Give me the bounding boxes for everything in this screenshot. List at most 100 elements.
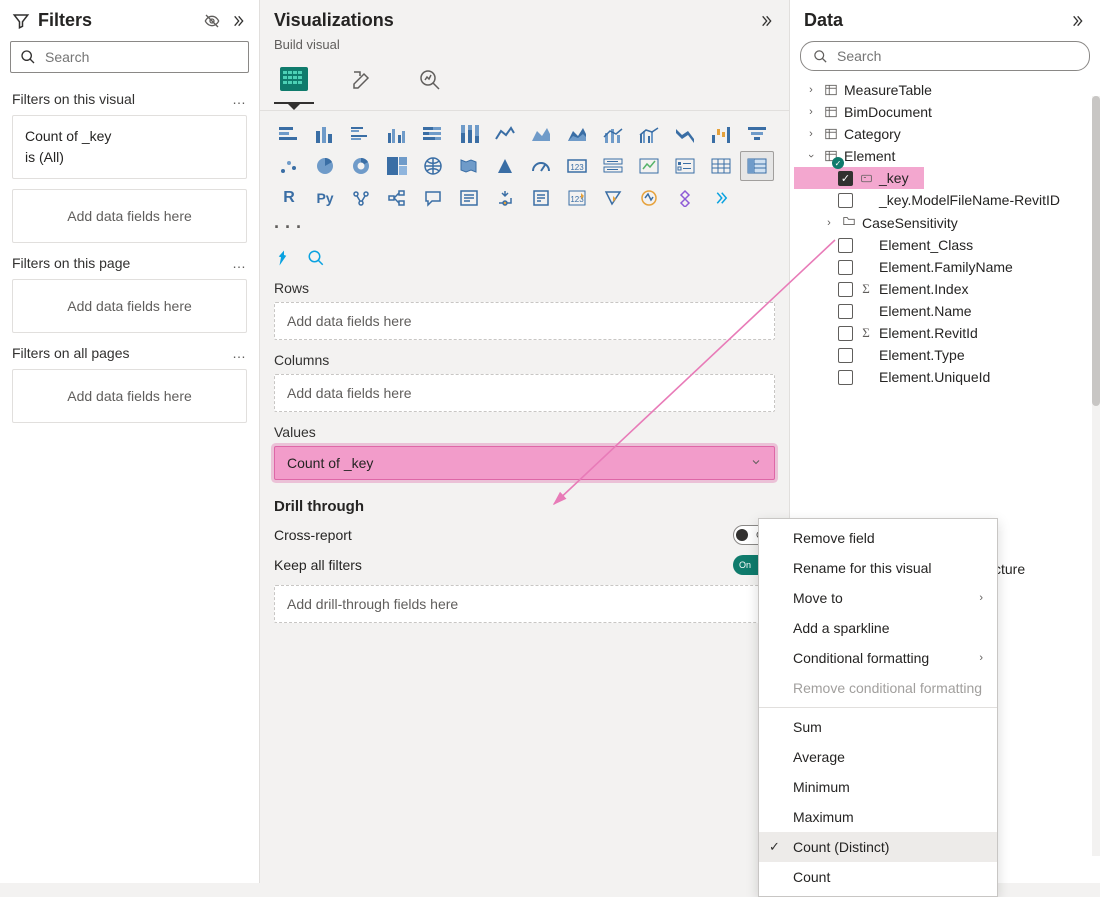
filters-search[interactable]	[10, 41, 249, 73]
viz-treemap-icon[interactable]	[380, 151, 414, 181]
checkbox[interactable]	[838, 193, 853, 208]
viz-card-icon[interactable]: 123	[560, 151, 594, 181]
field-row-index[interactable]: Σ Element.Index	[794, 278, 1096, 300]
menu-sum[interactable]: Sum	[759, 712, 997, 742]
viz-get-more-icon[interactable]	[704, 183, 738, 213]
checkbox[interactable]	[838, 260, 853, 275]
table-row-category[interactable]: › Category	[794, 123, 1096, 145]
viz-slicer-icon[interactable]	[668, 151, 702, 181]
scrollbar-thumb[interactable]	[1092, 96, 1100, 406]
viz-table-icon[interactable]	[704, 151, 738, 181]
menu-remove-field[interactable]: Remove field	[759, 523, 997, 553]
viz-donut-icon[interactable]	[344, 151, 378, 181]
cross-highlight-icon[interactable]	[274, 248, 294, 268]
tab-analytics[interactable]	[410, 60, 450, 104]
table-row-bimdocument[interactable]: › BimDocument	[794, 101, 1096, 123]
viz-power-automate-icon[interactable]	[596, 183, 630, 213]
more-icon[interactable]: …	[232, 91, 247, 107]
viz-python-icon[interactable]: Py	[308, 183, 342, 213]
tab-build-visual[interactable]	[274, 60, 314, 104]
field-row-revit[interactable]: Σ Element.RevitId	[794, 322, 1096, 344]
drill-through-dropzone[interactable]: Add drill-through fields here	[274, 585, 775, 623]
columns-well-dropzone[interactable]: Add data fields here	[274, 374, 775, 412]
filter-all-dropzone[interactable]: Add data fields here	[12, 369, 247, 423]
viz-area-icon[interactable]	[524, 119, 558, 149]
search-icon[interactable]	[306, 248, 326, 268]
filter-page-dropzone[interactable]: Add data fields here	[12, 279, 247, 333]
collapse-icon[interactable]	[229, 12, 247, 30]
viz-line-icon[interactable]	[488, 119, 522, 149]
viz-funnel-icon[interactable]	[740, 119, 774, 149]
viz-custom-visual-icon[interactable]	[668, 183, 702, 213]
eye-off-icon[interactable]	[203, 12, 221, 30]
field-row-unique[interactable]: Element.UniqueId	[794, 366, 1096, 388]
folder-row-case[interactable]: › CaseSensitivity	[794, 211, 1096, 234]
field-row-class[interactable]: Element_Class	[794, 234, 1096, 256]
viz-azure-map-icon[interactable]	[488, 151, 522, 181]
viz-power-apps-icon[interactable]: 123	[560, 183, 594, 213]
field-row-key[interactable]: ✓ _key	[794, 167, 924, 189]
viz-map-icon[interactable]	[416, 151, 450, 181]
viz-multirow-card-icon[interactable]	[596, 151, 630, 181]
viz-clustered-column-icon[interactable]	[380, 119, 414, 149]
table-row-measuretable[interactable]: › MeasureTable	[794, 79, 1096, 101]
tab-format-visual[interactable]	[342, 60, 382, 104]
viz-r-icon[interactable]: R	[272, 183, 306, 213]
menu-minimum[interactable]: Minimum	[759, 772, 997, 802]
field-row-type[interactable]: Element.Type	[794, 344, 1096, 366]
more-icon[interactable]: …	[232, 345, 247, 361]
checkbox-checked[interactable]: ✓	[838, 171, 853, 186]
viz-ribbon-icon[interactable]	[668, 119, 702, 149]
viz-line-clustered-column-icon[interactable]	[632, 119, 666, 149]
checkbox[interactable]	[838, 348, 853, 363]
checkbox[interactable]	[838, 326, 853, 341]
viz-decomposition-icon[interactable]	[380, 183, 414, 213]
viz-pie-icon[interactable]	[308, 151, 342, 181]
viz-goals-icon[interactable]	[488, 183, 522, 213]
viz-more-icon[interactable]: · · ·	[260, 213, 789, 242]
viz-100-stacked-column-icon[interactable]	[452, 119, 486, 149]
viz-stacked-column-icon[interactable]	[308, 119, 342, 149]
data-search[interactable]	[800, 41, 1090, 71]
checkbox[interactable]	[838, 238, 853, 253]
checkbox[interactable]	[838, 370, 853, 385]
viz-key-influencers-icon[interactable]	[344, 183, 378, 213]
viz-waterfall-icon[interactable]	[704, 119, 738, 149]
viz-clustered-bar-icon[interactable]	[344, 119, 378, 149]
viz-arcgis-icon[interactable]	[632, 183, 666, 213]
menu-move-to[interactable]: Move to›	[759, 583, 997, 613]
chevron-down-icon[interactable]	[750, 455, 762, 471]
field-row-name[interactable]: Element.Name	[794, 300, 1096, 322]
menu-count-distinct[interactable]: ✓Count (Distinct)	[759, 832, 997, 862]
viz-qa-icon[interactable]	[416, 183, 450, 213]
field-row-family[interactable]: Element.FamilyName	[794, 256, 1096, 278]
menu-average[interactable]: Average	[759, 742, 997, 772]
menu-maximum[interactable]: Maximum	[759, 802, 997, 832]
table-row-element[interactable]: › ✓ Element	[794, 145, 1096, 167]
viz-smart-narrative-icon[interactable]	[452, 183, 486, 213]
filters-search-input[interactable]	[45, 49, 240, 65]
collapse-icon[interactable]	[1068, 12, 1086, 30]
filter-card-key[interactable]: Count of _key is (All)	[12, 115, 247, 179]
data-search-input[interactable]	[837, 48, 1079, 64]
viz-stacked-bar-icon[interactable]	[272, 119, 306, 149]
scrollbar[interactable]	[1092, 96, 1100, 856]
filter-visual-dropzone[interactable]: Add data fields here	[12, 189, 247, 243]
viz-paginated-report-icon[interactable]	[524, 183, 558, 213]
collapse-icon[interactable]	[757, 12, 775, 30]
viz-matrix-icon[interactable]	[740, 151, 774, 181]
checkbox[interactable]	[838, 304, 853, 319]
field-row-key-model[interactable]: _key.ModelFileName-RevitID	[794, 189, 1096, 211]
viz-stacked-area-icon[interactable]	[560, 119, 594, 149]
menu-rename-visual[interactable]: Rename for this visual	[759, 553, 997, 583]
menu-count[interactable]: Count	[759, 862, 997, 892]
viz-filled-map-icon[interactable]	[452, 151, 486, 181]
values-field-count-of-key[interactable]: Count of _key	[274, 446, 775, 480]
viz-line-stacked-column-icon[interactable]	[596, 119, 630, 149]
more-icon[interactable]: …	[232, 255, 247, 271]
viz-scatter-icon[interactable]	[272, 151, 306, 181]
menu-add-sparkline[interactable]: Add a sparkline	[759, 613, 997, 643]
viz-gauge-icon[interactable]	[524, 151, 558, 181]
rows-well-dropzone[interactable]: Add data fields here	[274, 302, 775, 340]
checkbox[interactable]	[838, 282, 853, 297]
